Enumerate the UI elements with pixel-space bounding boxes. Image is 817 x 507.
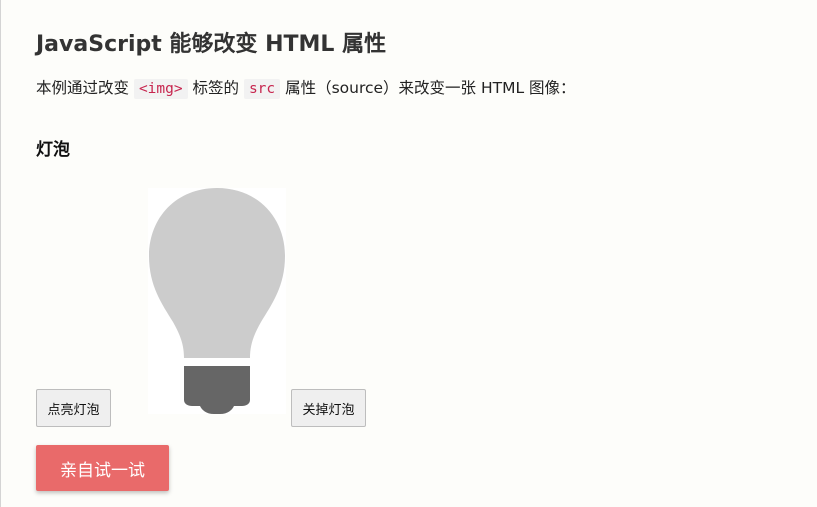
turn-off-button[interactable]: 关掉灯泡 xyxy=(291,389,366,427)
page-title: JavaScript 能够改变 HTML 属性 xyxy=(36,32,387,57)
intro-text-2: 标签的 xyxy=(187,79,244,97)
src-attr-code: src xyxy=(243,79,281,99)
bulb-base xyxy=(184,366,250,414)
bulb-glass xyxy=(149,188,285,358)
page: JavaScript 能够改变 HTML 属性 本例通过改变 <img> 标签的… xyxy=(0,0,817,507)
turn-on-button[interactable]: 点亮灯泡 xyxy=(36,389,111,427)
try-it-button[interactable]: 亲自试一试 xyxy=(36,445,169,491)
intro-text-1: 本例通过改变 xyxy=(36,79,134,97)
section-title: 灯泡 xyxy=(36,140,70,160)
bulb-image xyxy=(148,188,286,414)
intro-text-3: 属性（source）来改变一张 HTML 图像： xyxy=(280,79,576,97)
img-tag-code: <img> xyxy=(133,79,188,99)
intro-paragraph: 本例通过改变 <img> 标签的 src 属性（source）来改变一张 HTM… xyxy=(36,76,576,101)
lightbulb-off-icon xyxy=(149,188,285,414)
